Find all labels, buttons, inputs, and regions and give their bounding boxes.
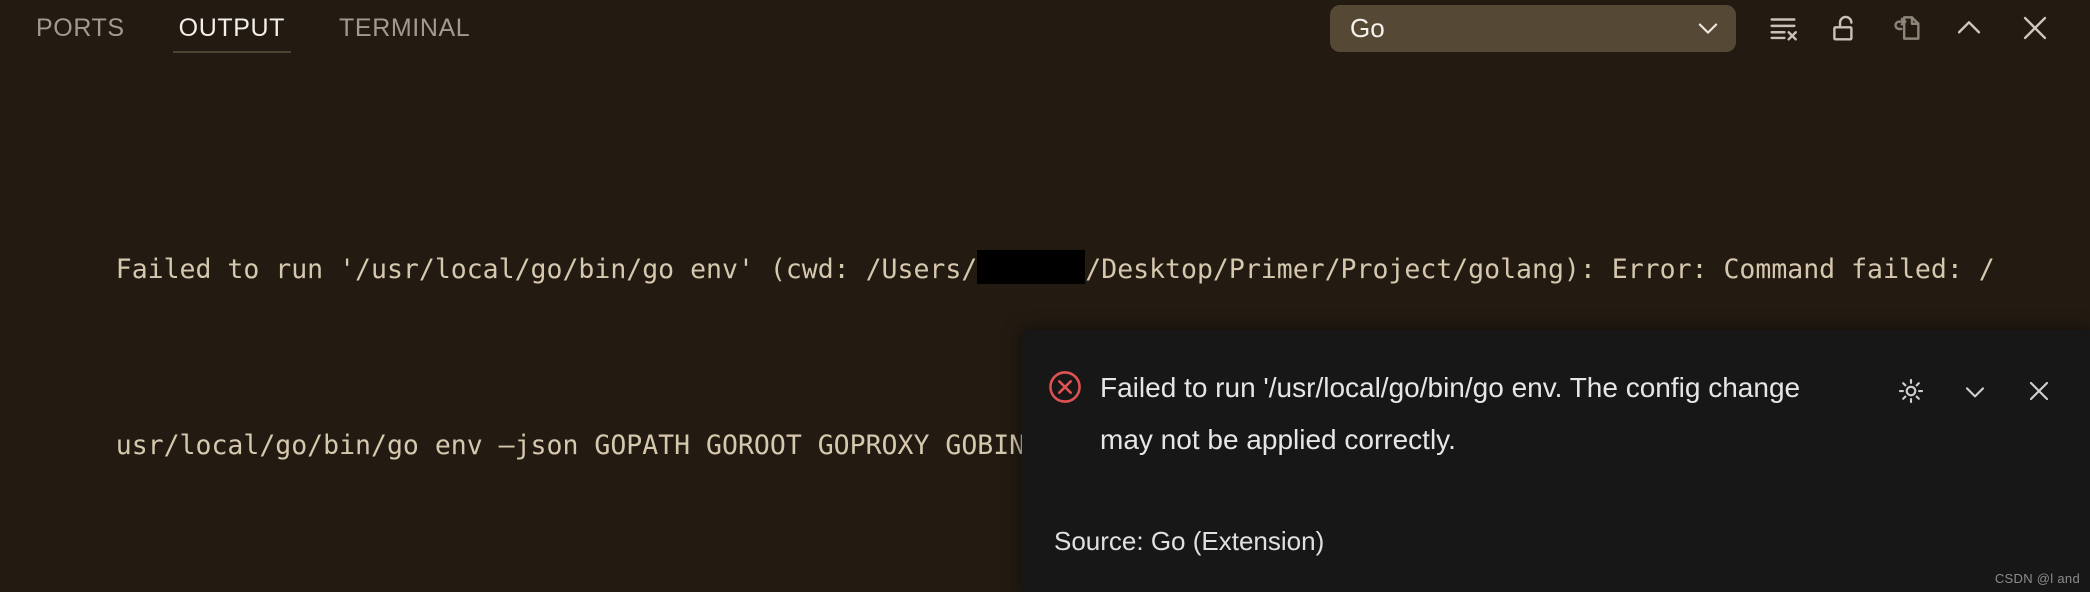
tab-terminal[interactable]: TERMINAL [325, 0, 484, 56]
unlock-icon [1833, 15, 1853, 41]
panel-tab-bar: PORTS OUTPUT TERMINAL [0, 0, 510, 56]
notification-settings-button[interactable] [1884, 366, 1938, 416]
clear-all-icon [1770, 18, 1797, 41]
chevron-down-icon [1965, 387, 1985, 398]
panel-header: PORTS OUTPUT TERMINAL Go [0, 0, 2090, 56]
redacted-username-block [977, 250, 1086, 284]
tab-ports-label: PORTS [36, 13, 125, 42]
open-output-in-editor-button[interactable] [1876, 0, 1938, 56]
chevron-down-icon [1694, 14, 1722, 42]
output-text: /Desktop/Primer/Project/golang): Error: … [1085, 254, 1995, 285]
open-in-editor-icon [1894, 16, 1920, 40]
notification-message: Failed to run '/usr/local/go/bin/go env.… [1100, 372, 1801, 455]
watermark: CSDN @l and [1994, 571, 2080, 586]
tab-output[interactable]: OUTPUT [165, 0, 299, 56]
notification-actions [1884, 362, 2066, 416]
output-text: Failed to run '/usr/local/go/bin/go env'… [115, 254, 978, 285]
tab-terminal-label: TERMINAL [339, 13, 471, 42]
output-panel-window: PORTS OUTPUT TERMINAL Go Failed to run '… [0, 0, 2090, 592]
notification-header: Failed to run '/usr/local/go/bin/go env.… [1022, 362, 2090, 466]
output-channel-dropdown[interactable]: Go [1330, 4, 1736, 52]
notification-collapse-button[interactable] [1948, 366, 2002, 416]
output-line: Failed to run '/usr/local/go/bin/go env'… [0, 204, 2090, 285]
tab-ports[interactable]: PORTS [22, 0, 139, 56]
panel-toolbar: Go [1330, 0, 2090, 56]
toggle-auto-scroll-button[interactable] [1814, 0, 1876, 56]
clear-output-button[interactable] [1752, 0, 1814, 56]
error-circle-x-icon [1046, 368, 1084, 406]
maximize-panel-button[interactable] [1938, 0, 2000, 56]
close-icon [2029, 381, 2049, 401]
notification-toast[interactable]: Failed to run '/usr/local/go/bin/go env.… [1022, 330, 2090, 592]
notification-clear-button[interactable] [2012, 366, 2066, 416]
close-panel-button[interactable] [2000, 0, 2070, 56]
chevron-up-icon [1957, 21, 1981, 34]
notification-source: Source: Go (Extension) [1054, 526, 1325, 556]
output-channel-value: Go [1350, 13, 1385, 43]
gear-icon [1898, 378, 1924, 404]
close-icon [2023, 16, 2047, 40]
tab-output-label: OUTPUT [178, 13, 286, 42]
